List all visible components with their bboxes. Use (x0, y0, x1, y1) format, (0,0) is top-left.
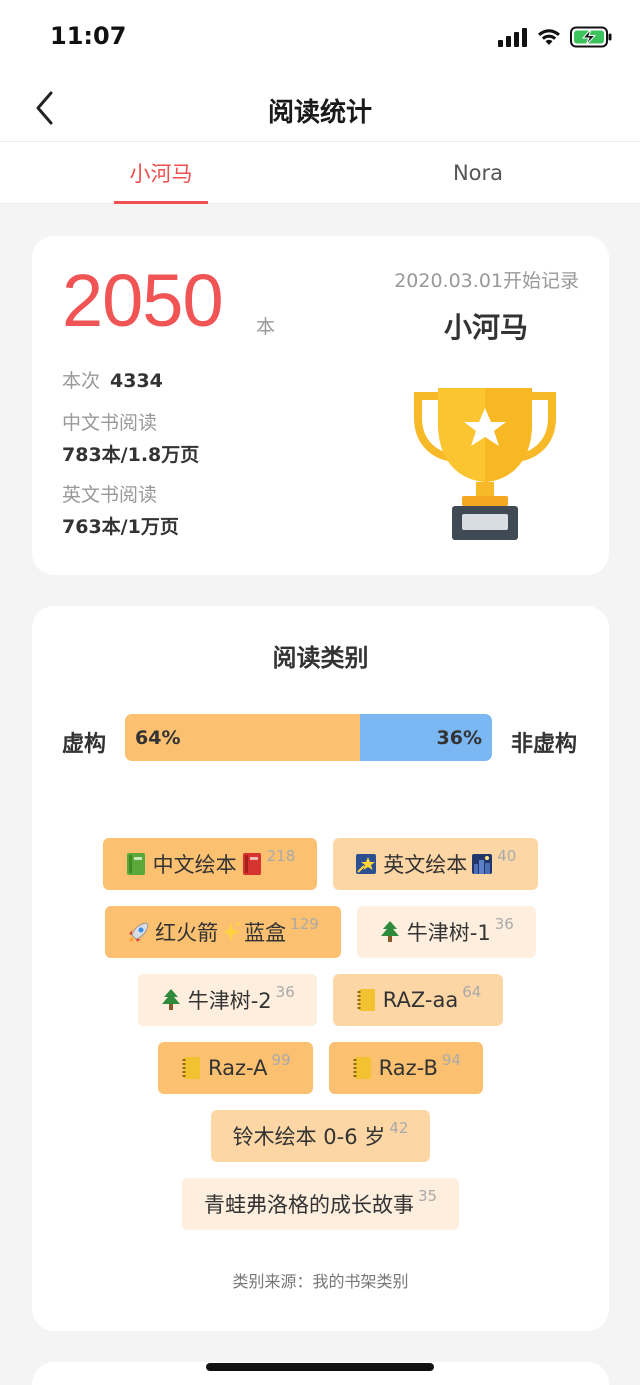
wifi-icon (538, 29, 560, 45)
tag-count: 36 (275, 983, 295, 1001)
owner-name: 小河马 (443, 311, 528, 344)
session-value: 4334 (110, 370, 163, 392)
total-books-unit: 本 (256, 316, 276, 338)
tag-row: 红火箭 蓝盒 129 牛津树-1 36 (32, 906, 609, 958)
rocket-icon (129, 922, 149, 942)
tree-icon (380, 921, 399, 942)
session-row: 本次 4334 (62, 366, 163, 393)
summary-card: 2050 本 本次 4334 中文书阅读 783本/1.8万页 英文书阅读 763… (32, 236, 609, 575)
cellular-signal-icon (498, 28, 527, 47)
nonfiction-percent: 36% (436, 726, 482, 749)
total-books-count: 2050 (62, 259, 224, 342)
nonfiction-segment: 36% (359, 714, 492, 761)
tag-count: 129 (290, 915, 319, 933)
tag-row: 青蛙弗洛格的成长故事 35 (32, 1178, 609, 1230)
tag-raz-aa[interactable]: RAZ-aa 64 (332, 974, 504, 1026)
tag-raz-a[interactable]: Raz-A 99 (158, 1042, 313, 1094)
tag-count: 36 (494, 915, 514, 933)
tag-count: 64 (462, 983, 482, 1001)
tag-suzuki-picture-book[interactable]: 铃木绘本 0-6 岁 42 (210, 1110, 431, 1162)
notebook-icon (357, 989, 375, 1011)
tab-bar: 小河马 Nora (0, 142, 640, 204)
tag-chinese-picture-book[interactable]: 中文绘本 218 (102, 838, 318, 890)
trophy-icon (414, 388, 556, 540)
tag-raz-b[interactable]: Raz-B 94 (328, 1042, 483, 1094)
tag-frog-growth-stories[interactable]: 青蛙弗洛格的成长故事 35 (181, 1178, 460, 1230)
status-icons (498, 26, 612, 48)
tag-row: 铃木绘本 0-6 岁 42 (32, 1110, 609, 1162)
fiction-label: 虚构 (62, 732, 107, 757)
tag-oxford-tree-1[interactable]: 牛津树-1 36 (356, 906, 536, 958)
home-indicator[interactable] (206, 1363, 434, 1371)
tab-nora[interactable]: Nora (430, 142, 526, 204)
night-city-icon (472, 854, 493, 874)
sparkles-icon (222, 922, 241, 941)
start-date: 2020.03.01开始记录 (394, 270, 579, 292)
nav-bar: 阅读统计 (0, 76, 640, 142)
green-book-icon (126, 853, 145, 875)
notebook-icon (353, 1057, 371, 1079)
tag-red-rocket[interactable]: 红火箭 蓝盒 129 (105, 906, 341, 958)
tree-icon (161, 989, 180, 1010)
tag-count: 40 (497, 847, 517, 865)
battery-charging-icon (570, 26, 612, 48)
category-tags: 中文绘本 218 英文绘本 40 红火箭 蓝盒 129 牛津树-1 36 牛津树… (32, 838, 609, 1246)
status-time: 11:07 (50, 22, 127, 50)
category-title: 阅读类别 (272, 644, 369, 672)
tag-count: 218 (266, 847, 296, 865)
nonfiction-label: 非虚构 (510, 732, 577, 757)
tag-count: 42 (389, 1119, 409, 1137)
tag-row: 中文绘本 218 英文绘本 40 (32, 838, 609, 890)
tag-oxford-tree-2[interactable]: 牛津树-2 36 (137, 974, 317, 1026)
fiction-segment: 64% (125, 714, 360, 761)
red-book-icon (242, 853, 261, 875)
tag-row: Raz-A 99 Raz-B 94 (32, 1042, 609, 1094)
english-books-label: 英文书阅读 (62, 484, 158, 506)
english-books-value: 763本/1万页 (62, 516, 179, 538)
tab-xiaohema[interactable]: 小河马 (114, 142, 208, 204)
tag-english-picture-book[interactable]: 英文绘本 40 (333, 838, 539, 890)
category-card: 阅读类别 虚构 64% 36% 非虚构 中文绘本 218 英文绘本 40 红火箭… (32, 606, 609, 1331)
fiction-percent: 64% (135, 726, 181, 749)
tag-count: 99 (271, 1051, 291, 1069)
chinese-books-label: 中文书阅读 (62, 412, 158, 434)
session-label: 本次 (62, 370, 101, 392)
status-bar: 11:07 (0, 0, 640, 76)
category-source-note: 类别来源：我的书架类别 (232, 1272, 409, 1291)
page-title: 阅读统计 (267, 98, 372, 128)
tag-count: 94 (441, 1051, 461, 1069)
shooting-star-icon (356, 854, 377, 874)
notebook-icon (182, 1057, 201, 1079)
tag-count: 35 (417, 1187, 438, 1205)
fiction-ratio-bar: 64% 36% (125, 714, 492, 761)
chinese-books-value: 783本/1.8万页 (62, 444, 200, 466)
tag-row: 牛津树-2 36 RAZ-aa 64 (32, 974, 609, 1026)
